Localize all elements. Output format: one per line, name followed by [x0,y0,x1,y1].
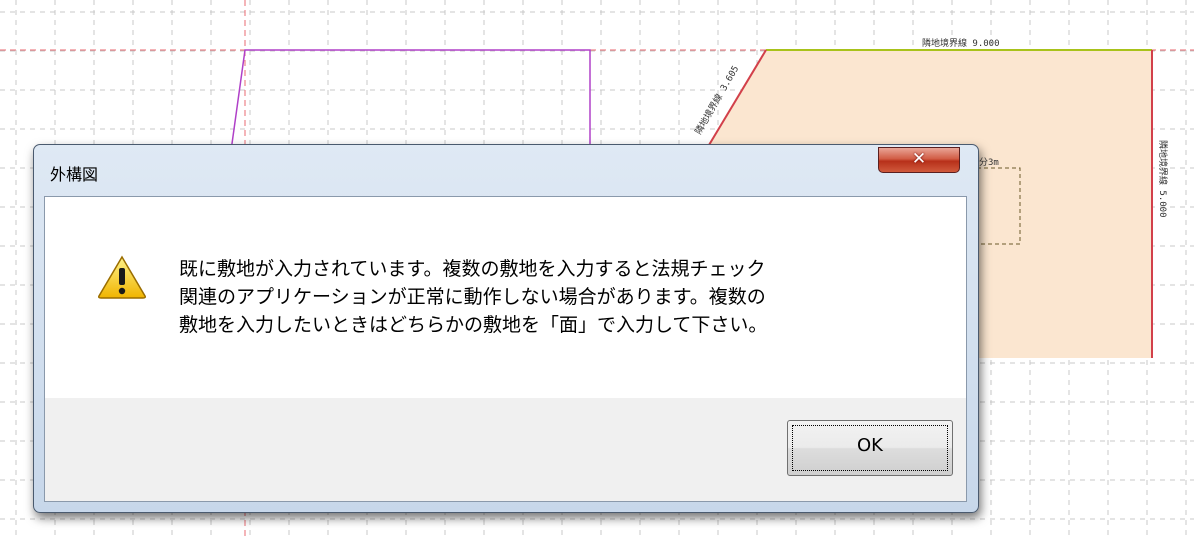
message-dialog: 外構図 ✕ 既に敷地が入力されています。複数の敷地を入力すると法規チェック 関連… [33,144,979,513]
message-area: 既に敷地が入力されています。複数の敷地を入力すると法規チェック 関連のアプリケー… [45,197,966,398]
boundary-label-right: 隣地境界線 5.000 [1157,140,1169,218]
message-text: 既に敷地が入力されています。複数の敷地を入力すると法規チェック 関連のアプリケー… [179,258,768,336]
ok-button[interactable]: OK [787,420,953,476]
warning-icon [98,255,146,299]
boundary-label-top: 隣地境界線 9.000 [922,37,1000,49]
dialog-title: 外構図 [50,165,99,184]
dialog-client-area: 既に敷地が入力されています。複数の敷地を入力すると法規チェック 関連のアプリケー… [44,196,967,502]
close-icon: ✕ [911,149,927,169]
close-button[interactable]: ✕ [878,147,960,173]
ok-button-label: OK [857,435,883,456]
button-area: OK [45,398,966,501]
setback-label: 分3m [979,157,999,168]
